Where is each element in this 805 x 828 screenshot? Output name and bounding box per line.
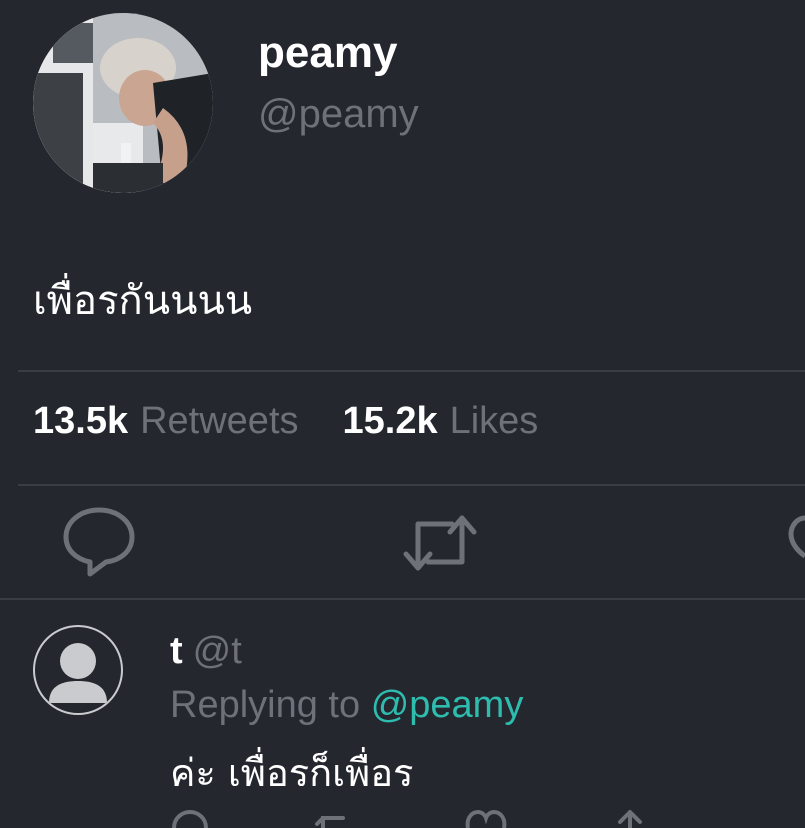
author-avatar[interactable] — [33, 13, 213, 193]
divider — [18, 484, 805, 486]
likes-count[interactable]: 15.2k — [343, 400, 438, 442]
likes-label[interactable]: Likes — [450, 400, 539, 442]
reply-avatar[interactable] — [33, 625, 123, 715]
tweet-text: เพื่อรกันนนน — [33, 278, 253, 324]
like-icon[interactable] — [464, 808, 508, 828]
retweets-label[interactable]: Retweets — [140, 400, 298, 442]
reply-icon[interactable] — [62, 506, 136, 578]
reply-text: ค่ะ เพื่อรก็เพื่อร — [170, 751, 414, 795]
tweet-detail-page: peamy @peamy เพื่อรกันนนน 13.5k Retweets 1… — [0, 0, 805, 828]
like-icon[interactable] — [787, 506, 805, 566]
reply-author-handle[interactable]: @t — [193, 630, 242, 672]
reply-icon[interactable] — [170, 808, 210, 828]
author-name[interactable]: peamy — [258, 28, 397, 78]
divider — [18, 370, 805, 372]
retweets-count[interactable]: 13.5k — [33, 400, 128, 442]
divider — [0, 598, 805, 600]
replying-prefix: Replying to — [170, 684, 361, 726]
share-icon[interactable] — [612, 808, 648, 828]
author-handle[interactable]: @peamy — [258, 92, 419, 137]
retweet-icon[interactable] — [402, 514, 478, 572]
tweet-stats: 13.5k Retweets 15.2k Likes — [33, 400, 538, 443]
replying-to-link[interactable]: @peamy — [371, 684, 524, 726]
retweet-icon[interactable] — [313, 808, 353, 828]
reply-author-name[interactable]: t — [170, 630, 183, 672]
reply-header: t @t — [170, 630, 242, 673]
replying-to: Replying to @peamy — [170, 684, 523, 727]
